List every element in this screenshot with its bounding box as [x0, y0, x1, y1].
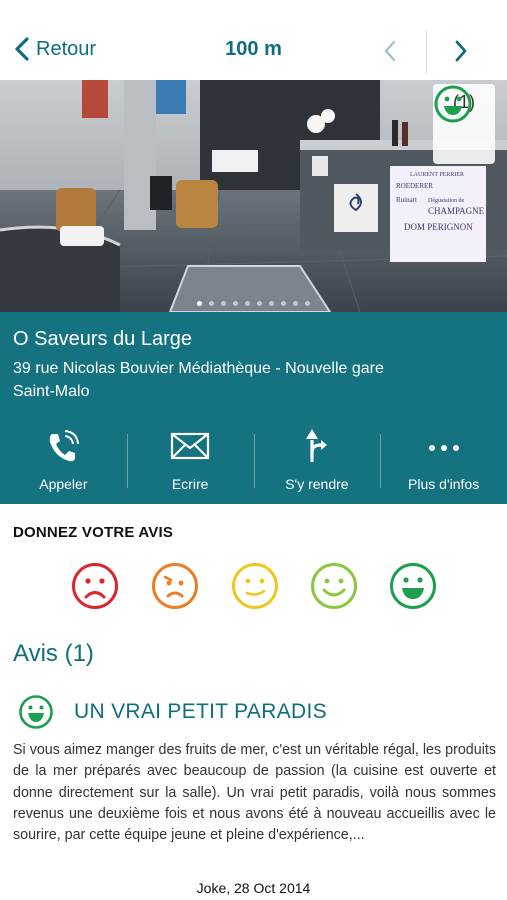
carousel-dot[interactable] [197, 301, 202, 306]
more-icon [428, 445, 459, 451]
rating-options [0, 562, 507, 610]
address-city: Saint-Malo [13, 383, 90, 400]
divider [426, 30, 427, 74]
carousel-dots [0, 301, 507, 306]
chevron-right-icon [455, 40, 467, 62]
neutral-face-icon [232, 563, 278, 609]
phone-icon [50, 430, 80, 462]
more-info-button[interactable]: Plus d'infos [380, 420, 507, 498]
chevron-left-icon [384, 40, 396, 62]
envelope-icon [171, 432, 210, 460]
rate-very-good-button[interactable] [389, 562, 437, 610]
carousel-dot[interactable] [281, 301, 286, 306]
carousel-dot[interactable] [209, 301, 214, 306]
action-bar: Appeler Ecrire S'y rendre Plus d'infos [0, 420, 507, 498]
very-happy-face-icon [390, 563, 436, 609]
carousel-dot[interactable] [305, 301, 310, 306]
top-bar: Retour 100 m [0, 0, 507, 80]
sign-text: CHAMPAGNE [428, 206, 485, 216]
directions-icon [305, 429, 327, 462]
very-sad-face-icon [72, 563, 118, 609]
rating-badge: (1) [433, 84, 495, 164]
call-button[interactable]: Appeler [0, 420, 127, 498]
rate-bad-button[interactable] [151, 562, 199, 610]
carousel-dot[interactable] [233, 301, 238, 306]
carousel-dot[interactable] [293, 301, 298, 306]
carousel-dot[interactable] [257, 301, 262, 306]
sign-text: LAURENT PERRIER [410, 172, 464, 178]
photo-carousel[interactable]: LAURENT PERRIER ROEDERER Ruinart Dégusta… [0, 80, 507, 312]
review-text: Si vous aimez manger des fruits de mer, … [13, 742, 496, 844]
previous-button[interactable] [381, 38, 399, 69]
email-button[interactable]: Ecrire [126, 420, 254, 498]
carousel-dot[interactable] [221, 301, 226, 306]
review-title: UN VRAI PETIT PARADIS [74, 700, 327, 723]
call-label: Appeler [39, 476, 88, 492]
next-button[interactable] [452, 38, 470, 69]
address-line: 39 rue Nicolas Bouvier Médiathèque - Nou… [13, 360, 384, 377]
distance-label: 100 m [225, 38, 282, 60]
sign-text: Ruinart [396, 196, 417, 204]
rate-very-bad-button[interactable] [71, 562, 119, 610]
more-info-label: Plus d'infos [408, 476, 480, 492]
place-name: O Saveurs du Large [13, 328, 192, 350]
restaurant-photo: LAURENT PERRIER ROEDERER Ruinart Dégusta… [0, 80, 507, 312]
rate-good-button[interactable] [310, 562, 358, 610]
sign-text: Dégustation de [428, 198, 464, 204]
rate-neutral-button[interactable] [231, 562, 279, 610]
sad-face-icon [152, 563, 198, 609]
reviews-title: Avis (1) [13, 640, 94, 667]
sign-text: DOM PERIGNON [404, 222, 473, 232]
very-happy-face-icon [19, 695, 53, 729]
email-label: Ecrire [171, 476, 209, 492]
happy-face-icon [311, 563, 357, 609]
very-happy-face-icon [434, 85, 472, 123]
carousel-dot[interactable] [245, 301, 250, 306]
directions-button[interactable]: S'y rendre [253, 420, 381, 498]
review-author: Joke, 28 Oct 2014 [196, 880, 311, 896]
rate-title: DONNEZ VOTRE AVIS [13, 524, 174, 541]
review-header: UN VRAI PETIT PARADIS [18, 694, 327, 730]
place-info-panel: O Saveurs du Large 39 rue Nicolas Bouvie… [0, 312, 507, 504]
sign-text: ROEDERER [396, 182, 433, 190]
carousel-dot[interactable] [269, 301, 274, 306]
directions-label: S'y rendre [285, 476, 349, 492]
